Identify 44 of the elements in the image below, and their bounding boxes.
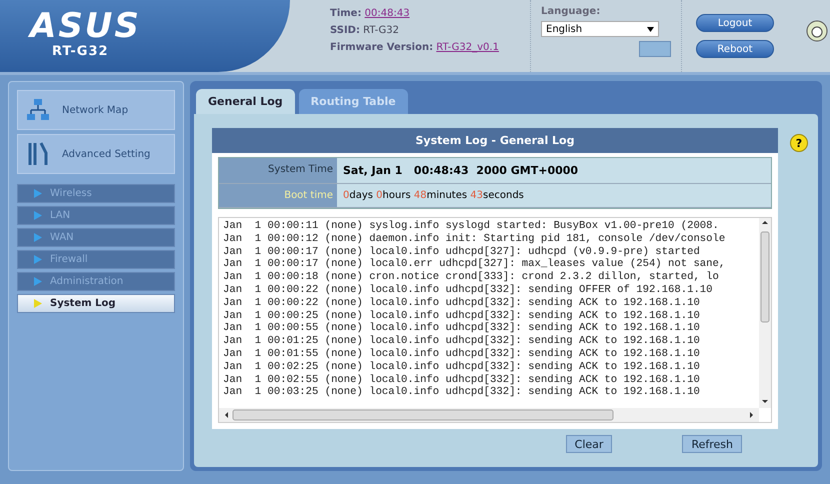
triangle-bullet-icon [34, 189, 42, 198]
language-select[interactable]: English [541, 21, 659, 37]
submenu-item[interactable]: System Log [17, 294, 175, 313]
apply-button[interactable] [639, 41, 671, 57]
submenu-item[interactable]: Administration [17, 272, 175, 291]
uptime-value: 0days 0hours 48minutes 43seconds [337, 184, 771, 208]
submenu-item[interactable]: Firewall [17, 250, 175, 269]
tab[interactable]: General Log [196, 89, 295, 114]
system-time-label: System Time [219, 158, 337, 184]
model-name: RT-G32 [52, 44, 109, 59]
avatar-icon[interactable] [806, 20, 828, 42]
horizontal-scrollbar[interactable] [219, 408, 759, 422]
triangle-bullet-icon [34, 211, 42, 220]
ssid-value: RT-G32 [363, 25, 400, 36]
dropdown-caret-icon [647, 26, 654, 32]
action-button[interactable]: Clear [566, 435, 612, 453]
panel-title: System Log - General Log [212, 128, 778, 153]
action-button[interactable]: Refresh [682, 435, 742, 453]
language-label: Language: [541, 6, 602, 17]
boot-time-label: Boot time [219, 184, 337, 208]
brand-logo: ASUS [30, 8, 141, 44]
time-link[interactable]: 00:48:43 [364, 8, 410, 19]
network-icon [26, 98, 50, 122]
ssid-label: SSID: [330, 25, 360, 36]
firmware-link[interactable]: RT-G32_v0.1 [436, 42, 499, 53]
triangle-bullet-icon [34, 255, 42, 264]
firmware-label: Firmware Version: [330, 42, 434, 53]
header-button[interactable]: Logout [696, 14, 774, 32]
triangle-bullet-icon [34, 277, 42, 286]
vertical-scrollbar[interactable] [759, 218, 771, 408]
time-label: Time: [330, 8, 362, 19]
submenu-item[interactable]: Wireless [17, 184, 175, 203]
triangle-bullet-icon [34, 299, 42, 308]
submenu-item[interactable]: LAN [17, 206, 175, 225]
sidebar-item[interactable]: Network Map [17, 90, 175, 130]
sidebar-item[interactable]: Advanced Setting [17, 134, 175, 174]
help-icon[interactable]: ? [790, 134, 808, 152]
system-time-value: Sat, Jan 1 00:48:43 2000 GMT+0000 [337, 158, 771, 184]
tools-icon [26, 141, 50, 167]
tab[interactable]: Routing Table [298, 89, 408, 114]
triangle-bullet-icon [34, 233, 42, 242]
header-button[interactable]: Reboot [696, 40, 774, 58]
submenu-item[interactable]: WAN [17, 228, 175, 247]
log-text: Jan 1 00:00:11 (none) syslog.info syslogd started: BusyBox v1.00-pre10 (2008. Jan 1 00:00:12 (none) daemon.info init: Starting pid 181, console /dev/console Jan 1 00:00:17 (none) local0.info udhcpd[327]: udhcpd (v0.9.9-pre) started Jan 1 00:00:17 (none) local0.err udhcpd[327]: max_leases value (254) not sane, Jan 1 00:00:18 (none) cron.notice crond[333]: crond 2.3.2 dillon, started, lo Jan 1 00:00:22 (none) local0.info udhcpd[332]: sending OFFER of 192.168.1.10 Jan 1 00:00:22 (none) local0.info udhcpd[332]: sending ACK to 192.168.1.10 Jan 1 00:00:25 (none) local0.info udhcpd[332]: sending ACK to 192.168.1.10 Jan 1 00:00:55 (none) local0.info udhcpd[332]: sending ACK to 192.168.1.10 Jan 1 00:01:25 (none) local0.info udhcpd[332]: sending ACK to 192.168.1.10 Jan 1 00:01:55 (none) local0.info udhcpd[332]: sending ACK to 192.168.1.10 Jan 1 00:02:25 (none) local0.info udhcpd[332]: sending ACK to 192.168.1.10 Jan 1 00:02:55 (none) local0.info udhcpd[332]: sending ACK to 192.168.1.10 Jan 1 00:03:25 (none) local0.info udhcpd[332]: sending ACK to 192.168.1.10 [222, 219, 726, 400]
